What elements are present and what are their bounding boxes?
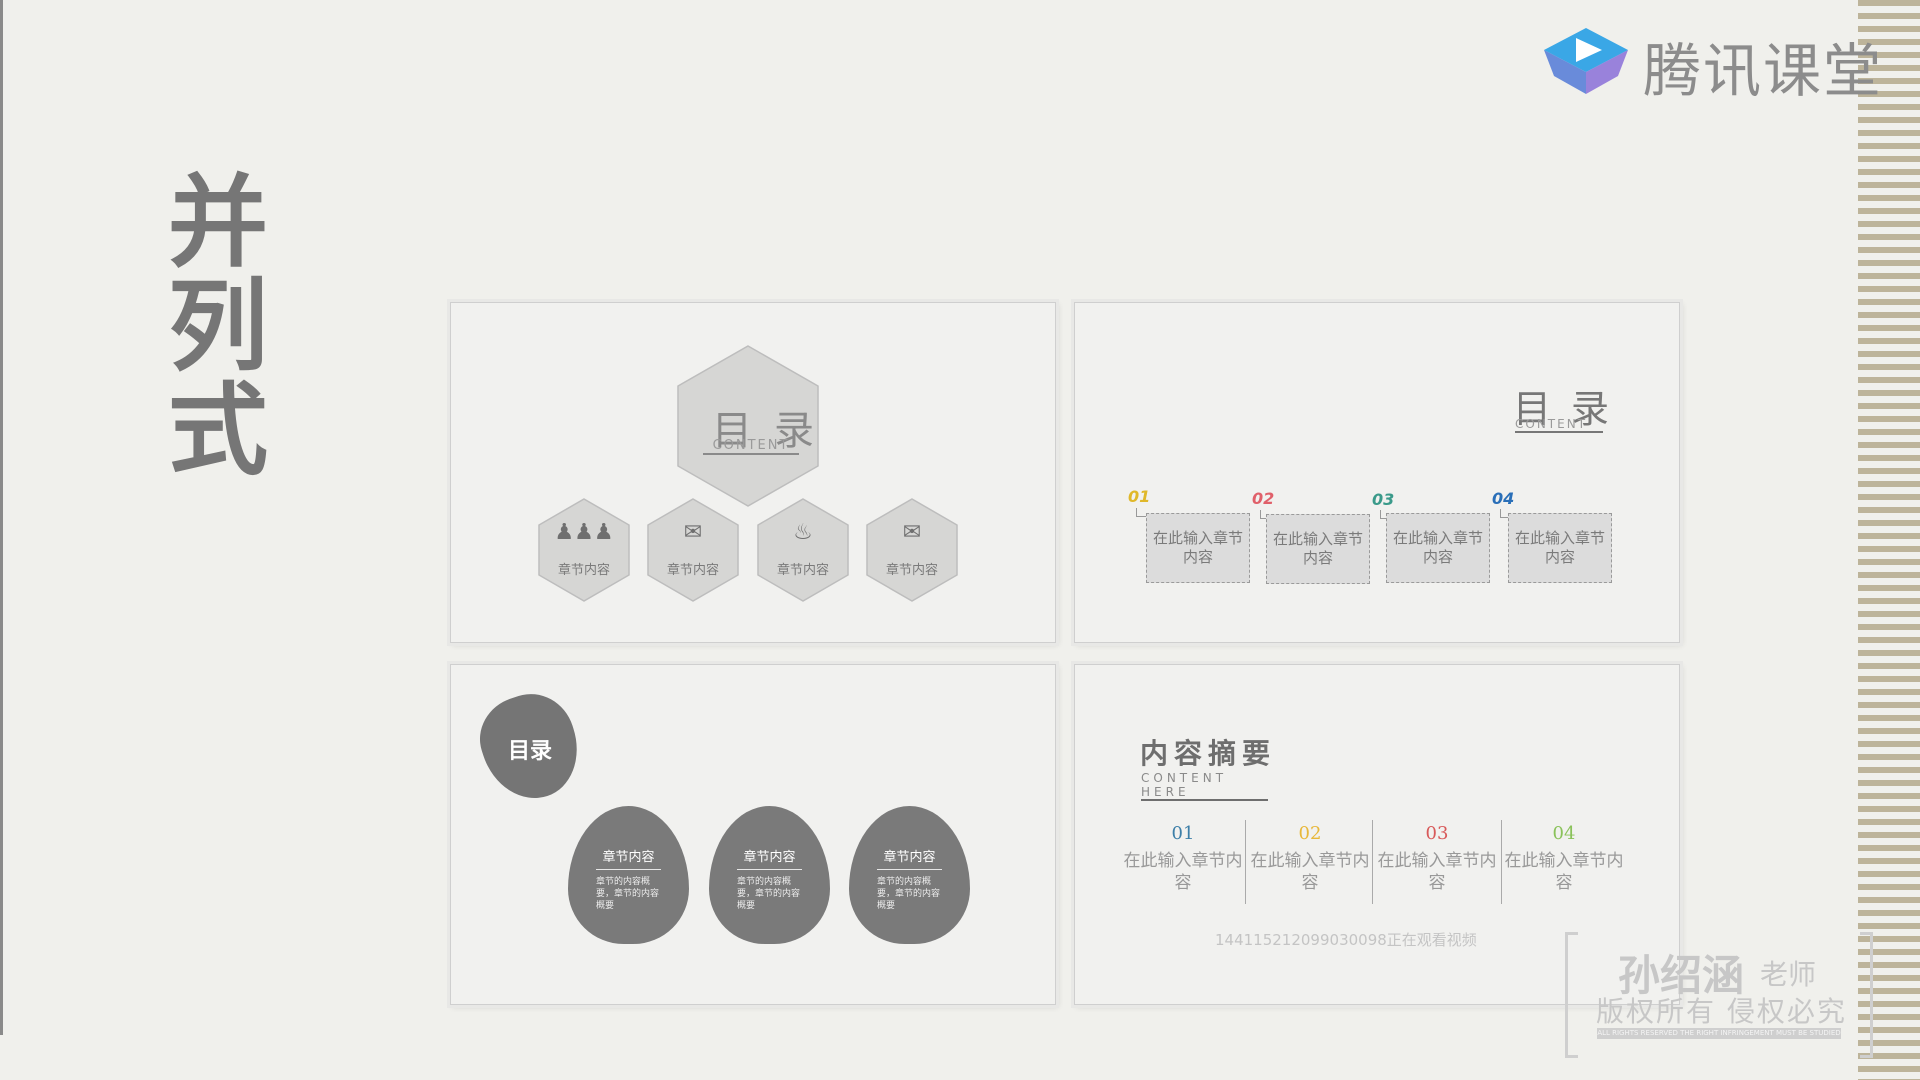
summary-column-3[interactable]: 03 在此输入章节内容 — [1374, 823, 1500, 894]
brand-name[interactable]: 腾讯课堂 — [1643, 24, 1883, 108]
summary-text: 在此输入章节内容 — [1250, 851, 1370, 893]
thumbnail-numbered-steps[interactable]: 目录 CONTENT 01 在此输入章节内容 02 在此输入章节内容 03 在此… — [1074, 302, 1680, 643]
egg-card-heading: 章节内容 — [883, 850, 936, 865]
mail-icon: ✉ — [902, 520, 922, 545]
step-box[interactable]: 在此输入章节内容 — [1508, 513, 1612, 583]
egg-card-2[interactable]: 章节内容 章节的内容概要，章节的内容概要 — [709, 806, 830, 944]
step-number: 04 — [1492, 489, 1515, 508]
egg-card-3[interactable]: 章节内容 章节的内容概要，章节的内容概要 — [849, 806, 970, 944]
panel3-title: 目录 — [507, 739, 552, 764]
egg-card-body: 章节的内容概要，章节的内容概要 — [877, 877, 941, 911]
summary-number: 01 — [1171, 823, 1195, 844]
summary-column-2[interactable]: 02 在此输入章节内容 — [1247, 823, 1373, 894]
summary-number: 04 — [1552, 823, 1576, 844]
hex-item-label: 章节内容 — [666, 563, 719, 578]
step-number: 02 — [1252, 489, 1275, 508]
summary-number: 02 — [1298, 823, 1322, 844]
egg-divider — [596, 869, 661, 870]
page-title: 并列式 — [168, 163, 268, 489]
summary-text: 在此输入章节内容 — [1504, 851, 1624, 893]
left-edge-line — [0, 0, 3, 1035]
summary-column-4[interactable]: 04 在此输入章节内容 — [1501, 823, 1627, 894]
step-number: 01 — [1128, 487, 1151, 506]
hex-item-4[interactable]: ✉ 章节内容 — [866, 498, 958, 602]
egg-card-heading: 章节内容 — [743, 850, 796, 865]
step-box[interactable]: 在此输入章节内容 — [1386, 513, 1490, 583]
hex-item-label: 章节内容 — [776, 563, 829, 578]
egg-divider — [737, 869, 802, 870]
thumbnail-hexagon-layout[interactable]: 目录 CONTENT ♟♟♟ 章节内容 ✉ 章节内容 ♨ 章节内容 ✉ 章节内容 — [450, 302, 1056, 643]
people-icon: ♟♟♟ — [554, 520, 614, 545]
panel2-subtitle: CONTENT — [1515, 418, 1603, 433]
panel4-title: 内容摘要 — [1140, 737, 1277, 770]
egg-card-1[interactable]: 章节内容 章节的内容概要，章节的内容概要 — [568, 806, 689, 944]
hex-item-label: 章节内容 — [885, 563, 938, 578]
panel4-subtitle: CONTENT HERE — [1141, 771, 1268, 801]
step-box[interactable]: 在此输入章节内容 — [1146, 513, 1250, 583]
striped-border — [1858, 0, 1920, 1080]
egg-card-heading: 章节内容 — [602, 850, 655, 865]
column-divider — [1372, 820, 1373, 904]
watermark-rights: 版权所有 侵权必究 — [1596, 995, 1847, 1028]
hex-item-1[interactable]: ♟♟♟ 章节内容 — [538, 498, 630, 602]
hex-item-label: 章节内容 — [557, 563, 610, 578]
panel1-subtitle: CONTENT — [703, 439, 799, 455]
column-divider — [1245, 820, 1246, 904]
watermark-bracket-right — [1860, 932, 1873, 1058]
watermark-role: 老师 — [1760, 958, 1817, 991]
summary-text: 在此输入章节内容 — [1123, 851, 1243, 893]
egg-divider — [877, 869, 942, 870]
hex-item-3[interactable]: ♨ 章节内容 — [757, 498, 849, 602]
watermark-small-text: ALL RIGHTS RESERVED THE RIGHT INFRINGEME… — [1597, 1028, 1841, 1039]
summary-column-1[interactable]: 01 在此输入章节内容 — [1120, 823, 1246, 894]
step-number: 03 — [1372, 490, 1395, 509]
viewer-ticker: 144115212099030098正在观看视频 — [1215, 931, 1477, 949]
step-box[interactable]: 在此输入章节内容 — [1266, 514, 1370, 584]
thumbnail-content-summary[interactable]: 内容摘要 CONTENT HERE 01 在此输入章节内容 02 在此输入章节内… — [1074, 664, 1680, 1005]
summary-text: 在此输入章节内容 — [1377, 851, 1497, 893]
fire-icon: ♨ — [793, 520, 813, 545]
egg-card-body: 章节的内容概要，章节的内容概要 — [596, 877, 660, 911]
chat-icon: ✉ — [683, 520, 703, 545]
hex-item-2[interactable]: ✉ 章节内容 — [647, 498, 739, 602]
watermark-bracket-left — [1565, 932, 1578, 1058]
thumbnail-egg-cards[interactable]: 目录 章节内容 章节的内容概要，章节的内容概要 章节内容 章节的内容概要，章节的… — [450, 664, 1056, 1005]
summary-number: 03 — [1425, 823, 1449, 844]
egg-card-body: 章节的内容概要，章节的内容概要 — [737, 877, 801, 911]
